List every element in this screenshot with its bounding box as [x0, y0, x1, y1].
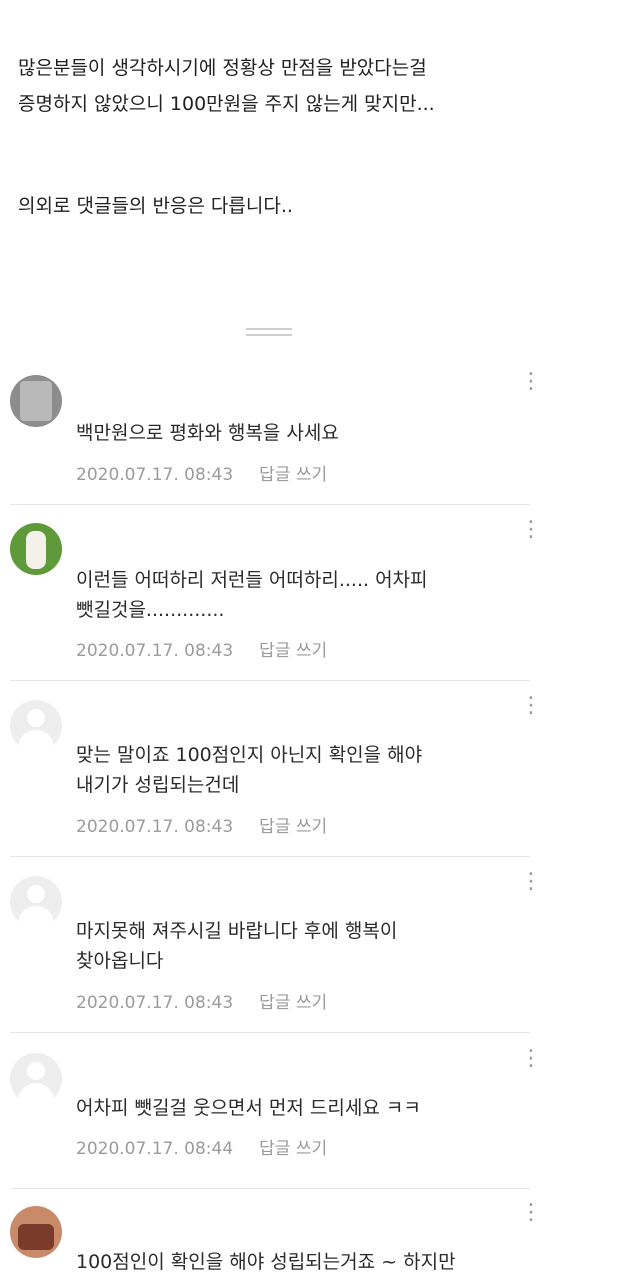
more-vertical-icon[interactable]: ⋮	[520, 519, 542, 541]
divider	[10, 504, 530, 505]
drag-handle[interactable]	[246, 328, 292, 340]
comment-text: 맞는 말이죠 100점인지 아닌지 확인을 해야	[76, 744, 423, 766]
comment-text: 어차피 뺏길걸 웃으면서 먼저 드리세요 ㅋㅋ	[76, 1097, 421, 1119]
more-vertical-icon[interactable]: ⋮	[520, 871, 542, 893]
divider	[10, 1188, 530, 1189]
comment-text: 100점인이 확인을 해야 성립되는거죠 ~ 하지만	[76, 1251, 456, 1273]
reply-button[interactable]: 답글 쓰기	[259, 1139, 327, 1159]
comment-timestamp: 2020.07.17. 08:43	[76, 465, 234, 485]
default-avatar-icon[interactable]	[10, 1053, 62, 1105]
more-vertical-icon[interactable]: ⋮	[520, 695, 542, 717]
divider	[10, 1032, 530, 1033]
reply-button[interactable]: 답글 쓰기	[259, 641, 327, 661]
default-avatar-icon[interactable]	[10, 700, 62, 752]
post-text-line: 많은분들이 생각하시기에 정황상 만점을 받았다는걸	[18, 57, 427, 79]
comment-text: 내기가 성립되는건데	[76, 774, 240, 796]
comment-text: 찾아옵니다	[76, 950, 164, 972]
divider	[10, 856, 530, 857]
avatar[interactable]	[10, 523, 62, 575]
post-text-line: 의외로 댓글들의 반응은 다릅니다..	[18, 195, 293, 217]
reply-button[interactable]: 답글 쓰기	[259, 817, 327, 837]
divider	[10, 680, 530, 681]
comment-text: 이런들 어떠하리 저런들 어떠하리..... 어차피	[76, 569, 428, 591]
comment-text: 마지못해 져주시길 바랍니다 후에 행복이	[76, 920, 398, 942]
reply-button[interactable]: 답글 쓰기	[259, 993, 327, 1013]
comment-text: 뺏길것을.............	[76, 599, 225, 621]
reply-button[interactable]: 답글 쓰기	[259, 465, 327, 485]
comment-text: 백만원으로 평화와 행복을 사세요	[76, 422, 339, 444]
default-avatar-icon[interactable]	[10, 876, 62, 928]
post-text-line: 증명하지 않았으니 100만원을 주지 않는게 맞지만...	[18, 93, 435, 115]
more-vertical-icon[interactable]: ⋮	[520, 371, 542, 393]
post-body: 많은분들이 생각하시기에 정황상 만점을 받았다는걸 증명하지 않았으니 100…	[18, 50, 618, 224]
more-vertical-icon[interactable]: ⋮	[520, 1202, 542, 1224]
comment-timestamp: 2020.07.17. 08:43	[76, 641, 234, 661]
comment-timestamp: 2020.07.17. 08:44	[76, 1139, 234, 1159]
avatar[interactable]	[10, 1206, 62, 1258]
more-vertical-icon[interactable]: ⋮	[520, 1048, 542, 1070]
avatar[interactable]	[10, 375, 62, 427]
comment-timestamp: 2020.07.17. 08:43	[76, 817, 234, 837]
comment-timestamp: 2020.07.17. 08:43	[76, 993, 234, 1013]
